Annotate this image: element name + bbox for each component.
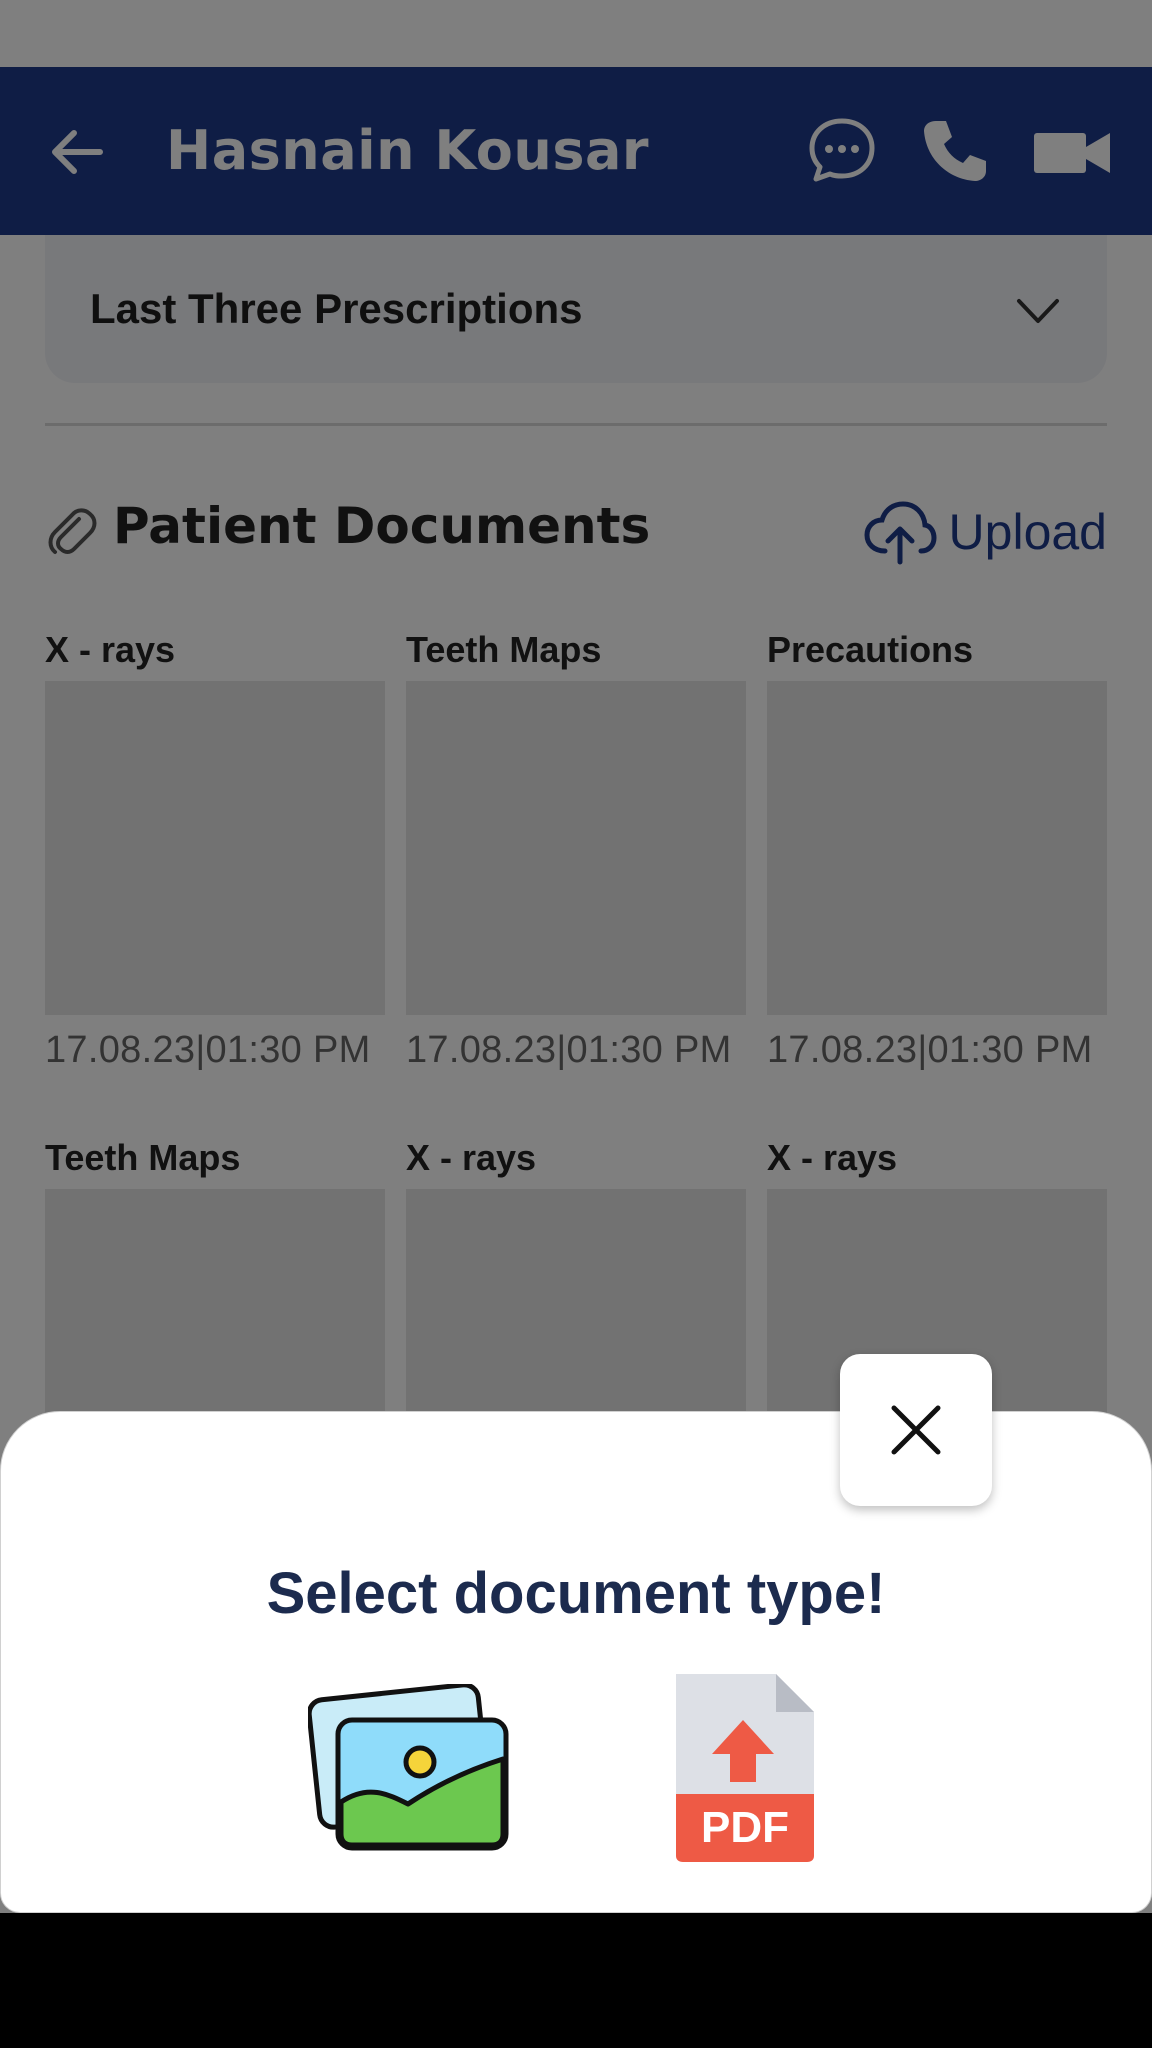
system-nav-bar [0, 1913, 1152, 2048]
pdf-text: PDF [701, 1803, 789, 1852]
image-gallery-icon[interactable] [308, 1684, 512, 1854]
sheet-title: Select document type! [266, 1561, 886, 1626]
close-icon [891, 1405, 941, 1455]
close-button[interactable] [840, 1354, 992, 1506]
pdf-upload-icon[interactable]: PDF [668, 1670, 818, 1866]
